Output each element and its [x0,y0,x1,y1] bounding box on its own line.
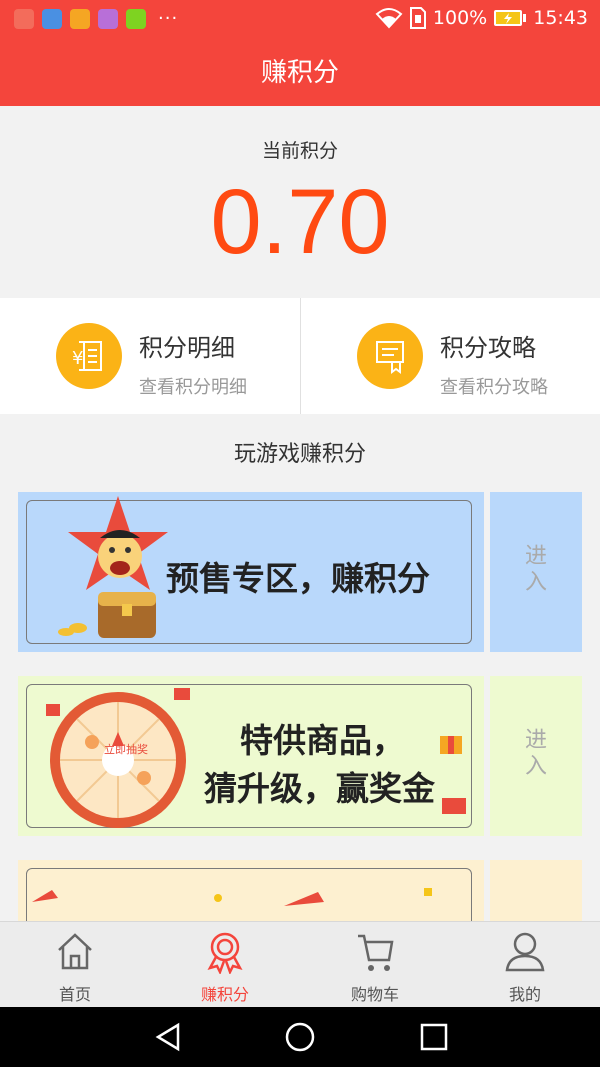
presale-banner-text: 预售专区，赚积分 [166,559,430,598]
tab-earn-points[interactable]: 赚积分 [150,922,300,1008]
chat-notification-icon [126,9,146,29]
sim-card-icon [409,7,426,29]
cart-icon [358,934,394,971]
banner-ticket: 立即抽奖 特供商品， 猜升级，赢奖金 [18,676,484,836]
medal-icon [207,932,243,974]
tab-label: 赚积分 [200,985,249,1004]
tab-home[interactable]: 首页 [0,922,150,1008]
presale-banner[interactable]: 预售专区，赚积分 进入 [18,492,582,652]
points-detail-entry[interactable]: ¥ 积分明细 查看积分明细 [0,298,300,414]
svg-text:¥: ¥ [72,348,83,369]
gallery-notification-icon [98,9,118,29]
points-entries: ¥ 积分明细 查看积分明细 积分攻略 查看积分攻略 [0,298,600,414]
enter-stub[interactable]: 进入 [490,676,582,836]
banner-ticket: 预售专区，赚积分 [18,492,484,652]
app-notification-icon [14,9,34,29]
entry-subtitle: 查看积分明细 [139,377,247,398]
tab-label: 我的 [508,985,541,1004]
tab-label: 首页 [58,985,91,1004]
banner-ticket [18,860,484,921]
lucky-wheel-icon [46,688,190,828]
wifi-icon [375,8,403,29]
home-icon [58,933,92,970]
home-circle-icon[interactable] [284,1021,316,1053]
system-nav-bar [0,1007,600,1067]
points-value: 0.70 [210,171,390,273]
entry-subtitle: 查看积分攻略 [440,377,548,398]
special-goods-line2: 猜升级，赢奖金 [204,769,435,808]
tab-label: 购物车 [350,985,399,1004]
guide-book-icon [357,323,423,389]
entry-title: 积分明细 [139,334,235,362]
yuan-receipt-icon: ¥ [56,323,122,389]
special-goods-banner[interactable]: 立即抽奖 特供商品， 猜升级，赢奖金 进入 [18,676,582,836]
tab-cart[interactable]: 购物车 [300,922,450,1008]
battery-charging-icon [494,10,527,26]
gift-box-icon [440,736,466,814]
enter-label: 进入 [524,544,547,595]
battery-percent: 100% [432,7,488,29]
tab-profile[interactable]: 我的 [450,922,600,1008]
app-header: 赚积分 [0,40,600,106]
wheel-label: 立即抽奖 [104,743,148,756]
profile-icon [505,932,545,972]
clock: 15:43 [533,7,588,29]
enter-stub[interactable] [490,860,582,921]
page-title: 赚积分 [260,58,339,88]
recents-square-icon[interactable] [418,1021,450,1053]
special-goods-line1: 特供商品， [240,721,405,760]
enter-label: 进入 [524,728,547,779]
games-section-title: 玩游戏赚积分 [233,442,366,467]
app-notification-icon [42,9,62,29]
third-banner[interactable] [18,860,582,921]
more-notifications-icon: ··· [158,8,179,29]
points-label: 当前积分 [261,140,338,162]
back-triangle-icon[interactable] [152,1021,184,1053]
mascot-treasure-illustration [58,496,168,638]
notification-icons: ··· [14,9,178,29]
current-points-panel: 当前积分 0.70 [0,106,600,298]
enter-stub[interactable]: 进入 [490,492,582,652]
status-bar: ··· 100% 15:43 [0,0,600,40]
bottom-tab-bar: 首页 赚积分 购物车 我的 [0,921,600,1007]
points-guide-entry[interactable]: 积分攻略 查看积分攻略 [300,298,600,414]
confetti-decoration [32,888,432,906]
entry-title: 积分攻略 [440,334,536,362]
weibo-notification-icon [70,9,90,29]
